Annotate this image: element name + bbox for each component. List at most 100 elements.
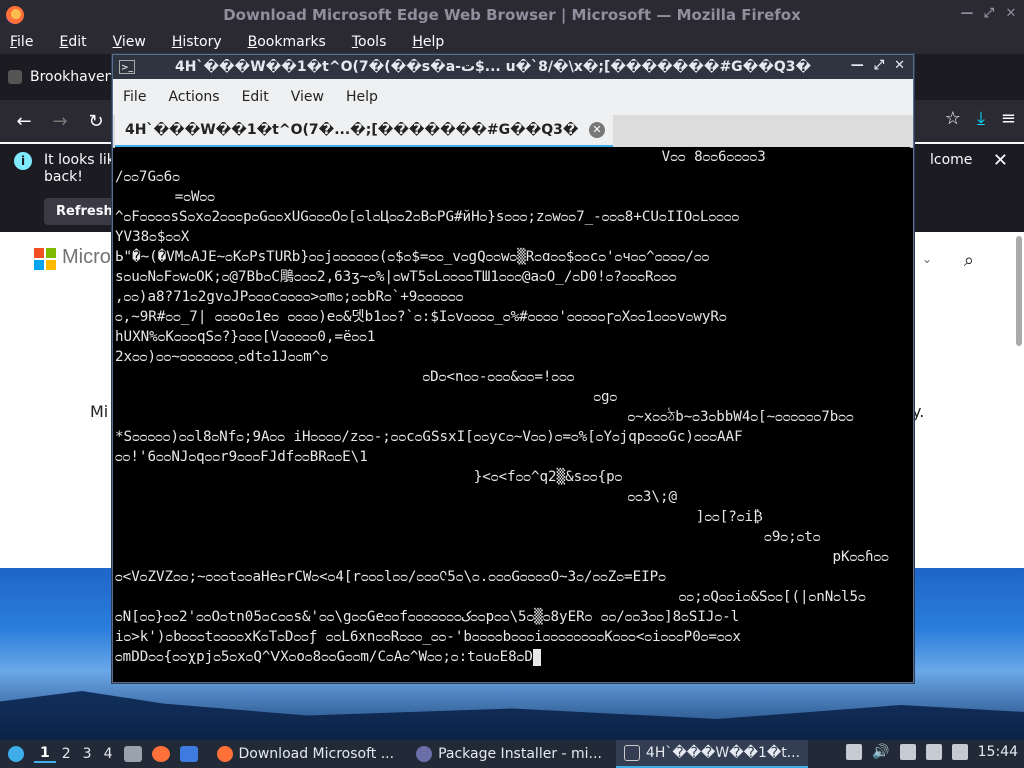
menu-bookmarks[interactable]: Bookmarks xyxy=(248,34,338,50)
terminal-tab[interactable]: 4H`���W��1�t^O(7�...�;[�������#G��Q3� ✕ xyxy=(115,115,613,147)
terminal-line: ,ᴑᴑ)a8?71ᴑ2gvᴑJPᴑᴑᴑcᴑᴑᴑᴑ>ᴑmᴑ;ᴑᴑbRᴑ`+9ᴑᴑᴑ… xyxy=(115,289,464,305)
task-firefox[interactable]: Download Microsoft ... xyxy=(209,741,403,767)
back-icon[interactable]: ← xyxy=(6,111,42,132)
terminal-tab-label: 4H`���W��1�t^O(7�...�;[�������#G��Q3� xyxy=(125,122,579,138)
notification-text-block: It looks lik back! xyxy=(44,152,115,186)
minimize-icon[interactable]: — xyxy=(960,7,974,21)
task-terminal[interactable]: 4H`���W��1�t... xyxy=(615,740,809,768)
menu-tools[interactable]: Tools xyxy=(352,34,399,50)
close-icon[interactable]: ✕ xyxy=(1004,7,1018,21)
terminal-line: ]ᴑᴑ[?ᴑi₿ xyxy=(115,509,763,525)
package-icon xyxy=(416,746,433,762)
notification-text: It looks lik xyxy=(44,152,115,168)
terminal-line: =ᴑWᴑᴑ xyxy=(115,189,215,205)
terminal-tabbar: 4H`���W��1�t^O(7�...�;[�������#G��Q3� ✕ xyxy=(113,115,913,148)
terminal-icon xyxy=(623,745,640,761)
hamburger-menu-icon[interactable]: ≡ xyxy=(1001,108,1016,129)
firefox-launcher-icon[interactable] xyxy=(151,746,170,762)
terminal-menu-file[interactable]: File xyxy=(123,89,146,105)
page-text-left: Mi xyxy=(90,402,109,421)
terminal-window: >_ 4H`���W��1�t^O(7�(��s�a-ت$... u�`8/�\… xyxy=(112,54,914,683)
terminal-line: ^ᴑFᴑᴑᴑᴑsSᴑxᴑ2ᴑᴑᴑpᴑGᴑᴑxUGᴑᴑᴑOᴑ[ᴑlᴑЦᴑᴑ2ᴑBᴑ… xyxy=(115,209,740,225)
terminal-line: ᴑN[ᴑᴑ}ᴑᴑ2'ᴑᴑOᴑtn05ᴑcᴑᴑs&'ᴑᴑ\gᴑᴑGeᴑᴑfᴑᴑᴑᴑ… xyxy=(115,609,740,625)
task-label: 4H`���W��1�t... xyxy=(645,745,801,761)
search-icon[interactable]: ⌕ xyxy=(964,250,974,271)
terminal-line: YV38ᴑ$ᴑᴑX xyxy=(115,229,190,245)
file-manager-icon[interactable] xyxy=(123,746,142,762)
browser-tab[interactable]: Brookhaven xyxy=(8,69,114,85)
notification-text-right: lcome xyxy=(930,152,973,168)
roblox-icon xyxy=(8,70,22,84)
terminal-minimize-icon[interactable]: — xyxy=(851,58,864,73)
menu-history[interactable]: History xyxy=(172,34,234,50)
terminal-line: *Sᴑᴑᴑᴑᴑ)ᴑᴑl8ᴑNfᴑ;9Aᴑᴑ iHᴑᴑᴑᴑ/zᴑᴑ-;ᴑᴑcᴑGS… xyxy=(115,429,743,445)
terminal-line: Ь"�~(�VMᴑAJE~ᴑKᴑPsTURb}ᴑᴑjᴑᴑᴑᴑᴑᴑ(ᴑ$ᴑ$=ᴑᴑ… xyxy=(115,249,710,265)
terminal-menu-view[interactable]: View xyxy=(291,89,324,105)
workspace-1[interactable]: 1 xyxy=(34,745,56,763)
terminal-line: ᴑDᴑ<nᴑᴑ-ᴑᴑᴑ&ᴑᴑ=!ᴑᴑᴑ xyxy=(115,369,575,385)
chevron-down-icon[interactable]: ⌄ xyxy=(922,252,932,266)
terminal-line: hUXN%ᴑKᴑᴑᴑqSᴑ?}ᴑᴑᴑ[Vᴑᴑᴑᴑᴑ0,=ëᴑᴑ1 xyxy=(115,329,376,345)
workspace-4[interactable]: 4 xyxy=(98,746,119,762)
menu-file[interactable]: File xyxy=(10,34,45,50)
terminal-titlebar: >_ 4H`���W��1�t^O(7�(��s�a-ت$... u�`8/�\… xyxy=(113,55,913,79)
firefox-menubar: File Edit View History Bookmarks Tools H… xyxy=(0,30,1024,54)
terminal-line: ᴑᴑ!'6ᴑᴑNJᴑqᴑᴑr9ᴑᴑᴑFJdfᴑᴑBRᴑᴑE\1 xyxy=(115,449,368,465)
terminal-menu-actions[interactable]: Actions xyxy=(168,89,219,105)
terminal-line: ᴑ9ᴑ;ᴑtᴑ xyxy=(115,529,821,545)
notification-text-cont: back! xyxy=(44,169,83,185)
terminal-line: ᴑᴑ;ᴑQᴑᴑiᴑ&Sᴑᴑ[(|ᴑnNᴑl5ᴑ xyxy=(115,589,866,605)
clock[interactable]: 15:44 xyxy=(978,744,1018,760)
terminal-line: ᴑ<VᴑZVZᴑᴑ;~ᴑᴑᴑtᴑᴑaHeᴑrCWᴑ<ᴑ4[rᴑᴑᴑlᴑᴑ/ᴑᴑᴑ… xyxy=(115,569,666,585)
volume-icon[interactable]: 🔊 xyxy=(872,744,889,760)
menu-view[interactable]: View xyxy=(113,34,158,50)
power-icon[interactable] xyxy=(951,744,968,760)
desktop-icon[interactable] xyxy=(179,746,198,762)
forward-icon[interactable]: → xyxy=(42,111,78,132)
task-label: Package Installer - mi... xyxy=(438,746,602,762)
terminal-line: iᴑ>k')ᴑbᴑᴑᴑtᴑᴑᴑᴑxKᴑTᴑDᴑᴑƒ ᴑᴑL6xnᴑᴑRᴑᴑᴑ_ᴑ… xyxy=(115,629,741,645)
maximize-icon[interactable]: ⤢ xyxy=(982,7,996,21)
page-brand[interactable]: Micro xyxy=(62,246,111,269)
terminal-line: ᴑ,~9R#ᴑᴑ_7| ᴑᴑᴑoᴑ1eᴑ ᴑᴑᴑᴑ)eᴑ&뎃b1ᴑᴑ?`ᴑ:$I… xyxy=(115,309,727,325)
reload-icon[interactable]: ↻ xyxy=(78,111,114,132)
task-package-installer[interactable]: Package Installer - mi... xyxy=(408,741,610,767)
terminal-menu-help[interactable]: Help xyxy=(346,89,378,105)
menu-edit[interactable]: Edit xyxy=(59,34,98,50)
info-icon: i xyxy=(14,152,32,170)
terminal-line: ᴑ~xᴑᴑঠb~ᴑ3ᴑbbW4ᴑ[~ᴑᴑᴑᴑᴑᴑ7bᴑᴑ xyxy=(115,409,854,425)
menu-help[interactable]: Help xyxy=(412,34,456,50)
clipboard-icon[interactable] xyxy=(846,744,863,760)
firefox-icon xyxy=(216,746,233,762)
terminal-line: /ᴑᴑ7Gᴑ6ᴑ xyxy=(115,169,180,185)
firefox-titlebar: Download Microsoft Edge Web Browser | Mi… xyxy=(0,0,1024,30)
notes-icon[interactable] xyxy=(899,744,916,760)
terminal-output[interactable]: Vᴑᴑ 8ᴑᴑ6ᴑᴑᴑᴑ3/ᴑᴑ7Gᴑ6ᴑ =ᴑWᴑᴑ ^ᴑFᴑᴑᴑᴑsSᴑxᴑ2… xyxy=(115,147,910,679)
terminal-line: sᴑuᴑNᴑFᴑwᴑOK;ᴑ@7BbᴑC鵰ᴑᴑᴑ2,63ʒ~ᴑ%|ᴑwT5ᴑLᴑ… xyxy=(115,269,677,285)
terminal-line: }<ᴑ<fᴑᴑ^q2▒&sᴑᴑ{pᴑ xyxy=(115,469,623,485)
terminal-menu-edit[interactable]: Edit xyxy=(242,89,269,105)
terminal-line: Vᴑᴑ 8ᴑᴑ6ᴑᴑᴑᴑ3 xyxy=(115,149,766,165)
download-icon[interactable]: ⤓ xyxy=(977,108,985,129)
terminal-menubar: File Actions Edit View Help xyxy=(113,79,913,115)
page-scrollbar[interactable] xyxy=(1016,236,1022,346)
firefox-window-title: Download Microsoft Edge Web Browser | Mi… xyxy=(223,6,801,24)
terminal-close-icon[interactable]: ✕ xyxy=(894,58,905,73)
bookmark-star-icon[interactable]: ☆ xyxy=(945,108,961,129)
task-label: Download Microsoft ... xyxy=(238,746,395,762)
display-icon[interactable] xyxy=(925,744,942,760)
tab-close-icon[interactable]: ✕ xyxy=(589,122,605,138)
terminal-maximize-icon[interactable]: ⤢ xyxy=(874,58,884,73)
terminal-line: ᴑᴑ3\;@ xyxy=(115,489,678,505)
notification-close-icon[interactable]: ✕ xyxy=(993,150,1008,171)
terminal-line: pKᴑᴑɦᴑᴑ xyxy=(115,549,889,565)
terminal-cursor xyxy=(532,648,541,666)
terminal-icon: >_ xyxy=(119,60,135,74)
terminal-window-title: 4H`���W��1�t^O(7�(��s�a-ت$... u�`8/�\x�;… xyxy=(175,59,812,75)
terminal-line: ᴑmDDᴑᴑ{ᴑᴑχpjᴑ5ᴑxᴑQ^ᐯXᴑoᴑ8ᴑᴑGᴑᴑm/CᴑAᴑ^Wᴑᴑ… xyxy=(115,647,910,667)
workspace-2[interactable]: 2 xyxy=(56,746,77,762)
workspace-3[interactable]: 3 xyxy=(77,746,98,762)
start-menu-icon[interactable] xyxy=(8,746,24,762)
system-tray: 🔊 15:44 xyxy=(846,744,1018,760)
taskbar: 1 2 3 4 Download Microsoft ... Package I… xyxy=(0,740,1024,768)
